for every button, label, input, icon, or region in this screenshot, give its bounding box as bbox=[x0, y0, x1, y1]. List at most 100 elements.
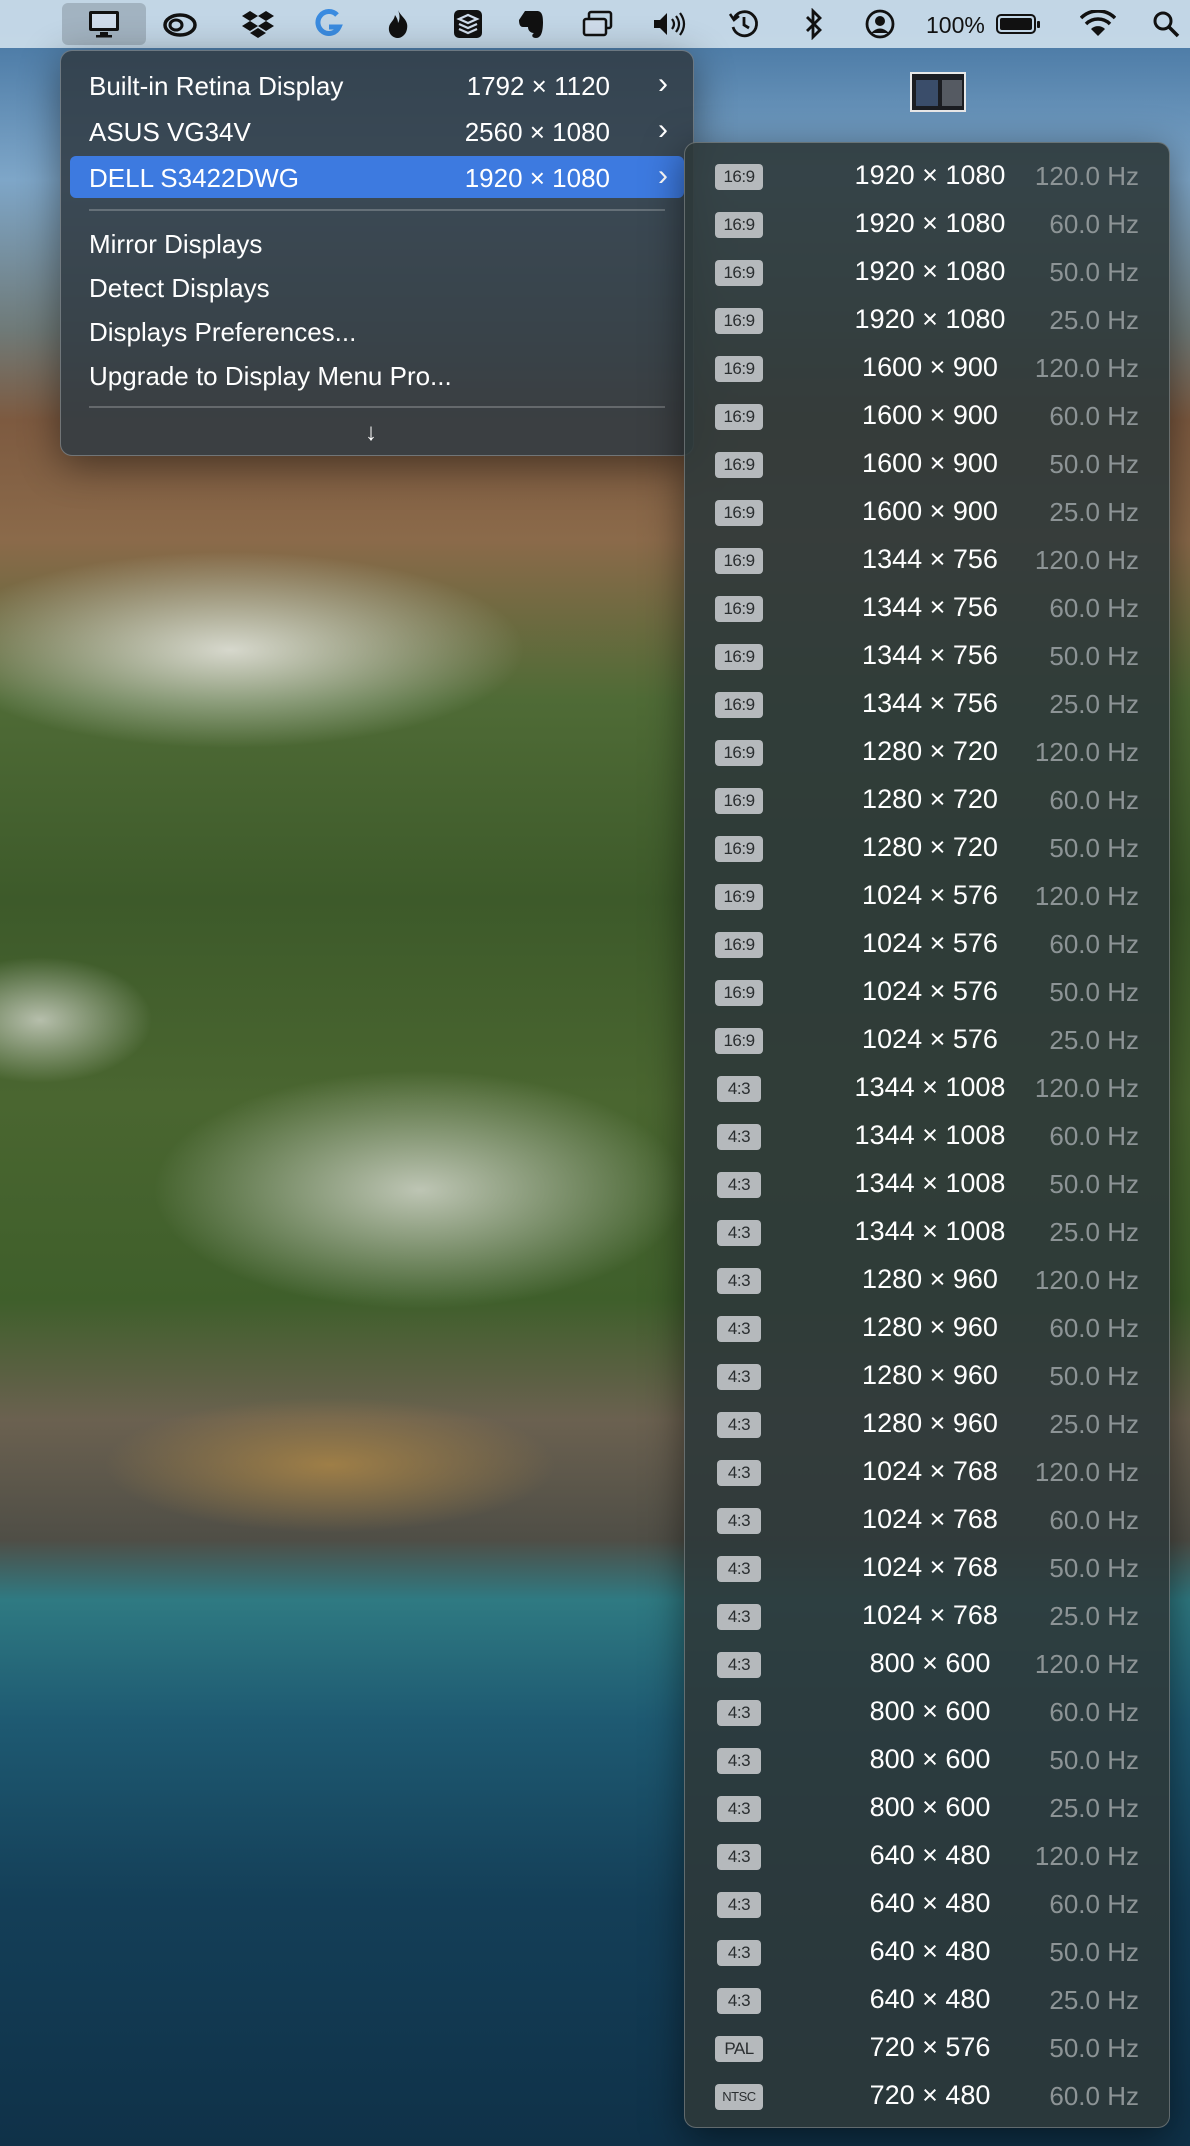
mode-refresh-rate: 25.0 Hz bbox=[1049, 1601, 1139, 1631]
evernote-icon[interactable] bbox=[514, 8, 550, 40]
wifi-icon[interactable] bbox=[1080, 8, 1116, 40]
search-icon[interactable] bbox=[1148, 8, 1184, 40]
mode-resolution: 1344 × 1008 bbox=[854, 1072, 1006, 1102]
resolution-mode-item[interactable]: 16:9 1024 × 576 120.0 Hz bbox=[685, 873, 1169, 921]
time-machine-icon[interactable] bbox=[726, 8, 762, 40]
resolution-mode-item[interactable]: 16:9 1280 × 720 60.0 Hz bbox=[685, 777, 1169, 825]
resolution-mode-item[interactable]: 4:3 640 × 480 120.0 Hz bbox=[685, 1833, 1169, 1881]
desktop-window-thumbnail bbox=[910, 72, 966, 112]
resolution-mode-item[interactable]: 16:9 1600 × 900 50.0 Hz bbox=[685, 441, 1169, 489]
mode-refresh-rate: 60.0 Hz bbox=[1049, 1121, 1139, 1151]
resolution-mode-item[interactable]: PAL 720 × 576 50.0 Hz bbox=[685, 2025, 1169, 2073]
layers-icon[interactable] bbox=[450, 8, 486, 40]
battery-icon[interactable] bbox=[996, 14, 1040, 34]
resolution-mode-item[interactable]: 4:3 1024 × 768 25.0 Hz bbox=[685, 1593, 1169, 1641]
resolution-mode-item[interactable]: 4:3 1280 × 960 60.0 Hz bbox=[685, 1305, 1169, 1353]
logi-icon[interactable] bbox=[310, 8, 346, 40]
resolution-mode-item[interactable]: 16:9 1024 × 576 50.0 Hz bbox=[685, 969, 1169, 1017]
upgrade-pro-item[interactable]: Upgrade to Display Menu Pro... bbox=[70, 354, 684, 396]
resolution-mode-item[interactable]: 4:3 1344 × 1008 60.0 Hz bbox=[685, 1113, 1169, 1161]
flame-icon[interactable] bbox=[380, 8, 416, 40]
resolution-mode-item[interactable]: 4:3 640 × 480 50.0 Hz bbox=[685, 1929, 1169, 1977]
resolution-mode-item[interactable]: 4:3 1280 × 960 50.0 Hz bbox=[685, 1353, 1169, 1401]
display-item-built-in[interactable]: Built-in Retina Display 1792 × 1120 › bbox=[70, 64, 684, 106]
resolution-mode-item[interactable]: 4:3 1344 × 1008 25.0 Hz bbox=[685, 1209, 1169, 1257]
volume-icon[interactable] bbox=[652, 8, 688, 40]
resolution-mode-item[interactable]: 16:9 1344 × 756 50.0 Hz bbox=[685, 633, 1169, 681]
display-item-asus[interactable]: ASUS VG34V 2560 × 1080 › bbox=[70, 110, 684, 152]
mode-refresh-rate: 50.0 Hz bbox=[1049, 449, 1139, 479]
user-icon[interactable] bbox=[862, 8, 898, 40]
mode-refresh-rate: 50.0 Hz bbox=[1049, 1745, 1139, 1775]
mode-resolution: 1024 × 768 bbox=[862, 1504, 998, 1534]
resolution-mode-item[interactable]: 16:9 1600 × 900 60.0 Hz bbox=[685, 393, 1169, 441]
resolution-mode-item[interactable]: 4:3 640 × 480 25.0 Hz bbox=[685, 1977, 1169, 2025]
resolution-mode-item[interactable]: 16:9 1920 × 1080 60.0 Hz bbox=[685, 201, 1169, 249]
mode-resolution: 800 × 600 bbox=[869, 1696, 991, 1726]
displays-preferences-item[interactable]: Displays Preferences... bbox=[70, 310, 684, 352]
resolution-mode-item[interactable]: 16:9 1024 × 576 60.0 Hz bbox=[685, 921, 1169, 969]
mode-resolution: 800 × 600 bbox=[869, 1648, 991, 1678]
mode-refresh-rate: 25.0 Hz bbox=[1049, 1409, 1139, 1439]
mode-resolution: 1280 × 720 bbox=[862, 736, 998, 766]
aspect-ratio-badge: 16:9 bbox=[715, 644, 763, 670]
dropbox-icon[interactable] bbox=[240, 8, 276, 40]
resolution-mode-item[interactable]: 4:3 800 × 600 120.0 Hz bbox=[685, 1641, 1169, 1689]
mirror-displays-item[interactable]: Mirror Displays bbox=[70, 222, 684, 264]
scroll-down-arrow-icon[interactable]: ↓ bbox=[365, 419, 377, 447]
mode-refresh-rate: 50.0 Hz bbox=[1049, 833, 1139, 863]
aspect-ratio-badge: 4:3 bbox=[717, 1652, 761, 1678]
resolution-mode-item[interactable]: 4:3 1024 × 768 60.0 Hz bbox=[685, 1497, 1169, 1545]
resolution-mode-item[interactable]: 4:3 1024 × 768 120.0 Hz bbox=[685, 1449, 1169, 1497]
resolution-mode-item[interactable]: 4:3 800 × 600 60.0 Hz bbox=[685, 1689, 1169, 1737]
mode-refresh-rate: 50.0 Hz bbox=[1049, 1553, 1139, 1583]
mode-refresh-rate: 50.0 Hz bbox=[1049, 977, 1139, 1007]
aspect-ratio-badge: 4:3 bbox=[717, 1844, 761, 1870]
resolution-mode-item[interactable]: 16:9 1280 × 720 120.0 Hz bbox=[685, 729, 1169, 777]
mode-resolution: 1600 × 900 bbox=[862, 352, 998, 382]
resolution-mode-item[interactable]: 16:9 1920 × 1080 50.0 Hz bbox=[685, 249, 1169, 297]
resolution-mode-item[interactable]: 16:9 1344 × 756 25.0 Hz bbox=[685, 681, 1169, 729]
bluetooth-icon[interactable] bbox=[796, 8, 832, 40]
resolution-mode-item[interactable]: 16:9 1920 × 1080 25.0 Hz bbox=[685, 297, 1169, 345]
resolution-mode-item[interactable]: 4:3 1344 × 1008 50.0 Hz bbox=[685, 1161, 1169, 1209]
display-name: DELL S3422DWG bbox=[89, 163, 300, 193]
mode-refresh-rate: 120.0 Hz bbox=[1034, 881, 1139, 911]
resolution-mode-item[interactable]: 16:9 1344 × 756 60.0 Hz bbox=[685, 585, 1169, 633]
resolution-mode-item[interactable]: 4:3 1344 × 1008 120.0 Hz bbox=[685, 1065, 1169, 1113]
resolution-mode-item[interactable]: 16:9 1344 × 756 120.0 Hz bbox=[685, 537, 1169, 585]
resolution-mode-item[interactable]: 16:9 1600 × 900 25.0 Hz bbox=[685, 489, 1169, 537]
aspect-ratio-badge: 4:3 bbox=[717, 1988, 761, 2014]
mode-refresh-rate: 25.0 Hz bbox=[1049, 305, 1139, 335]
aspect-ratio-badge: 4:3 bbox=[717, 1460, 761, 1486]
display-item-dell[interactable]: DELL S3422DWG 1920 × 1080 › bbox=[70, 156, 684, 198]
resolution-mode-item[interactable]: 16:9 1024 × 576 25.0 Hz bbox=[685, 1017, 1169, 1065]
battery-percent: 100% bbox=[926, 12, 985, 38]
mode-refresh-rate: 60.0 Hz bbox=[1049, 929, 1139, 959]
resolution-mode-item[interactable]: 16:9 1600 × 900 120.0 Hz bbox=[685, 345, 1169, 393]
resolution-mode-item[interactable]: 4:3 1280 × 960 120.0 Hz bbox=[685, 1257, 1169, 1305]
mode-refresh-rate: 25.0 Hz bbox=[1049, 497, 1139, 527]
resolution-mode-item[interactable]: NTSC 720 × 480 60.0 Hz bbox=[685, 2073, 1169, 2121]
detect-displays-item[interactable]: Detect Displays bbox=[70, 266, 684, 308]
resolution-mode-item[interactable]: 4:3 640 × 480 60.0 Hz bbox=[685, 1881, 1169, 1929]
display-name: ASUS VG34V bbox=[89, 117, 251, 147]
aspect-ratio-badge: 4:3 bbox=[717, 1076, 761, 1102]
resolution-mode-item[interactable]: 4:3 800 × 600 25.0 Hz bbox=[685, 1785, 1169, 1833]
aspect-ratio-badge: 4:3 bbox=[717, 1748, 761, 1774]
mode-refresh-rate: 60.0 Hz bbox=[1049, 1889, 1139, 1919]
resolution-mode-item[interactable]: 16:9 1280 × 720 50.0 Hz bbox=[685, 825, 1169, 873]
resolution-mode-item[interactable]: 4:3 1280 × 960 25.0 Hz bbox=[685, 1401, 1169, 1449]
aspect-ratio-badge: 16:9 bbox=[715, 212, 763, 238]
aspect-ratio-badge: 4:3 bbox=[717, 1364, 761, 1390]
menu-item-label: Upgrade to Display Menu Pro... bbox=[89, 361, 452, 391]
aspect-ratio-badge: 16:9 bbox=[715, 164, 763, 190]
creative-cloud-icon[interactable] bbox=[162, 8, 198, 40]
resolution-mode-item[interactable]: 4:3 800 × 600 50.0 Hz bbox=[685, 1737, 1169, 1785]
menu-item-label: Detect Displays bbox=[89, 273, 270, 303]
display-menu-icon[interactable] bbox=[62, 3, 146, 45]
resolution-mode-item[interactable]: 4:3 1024 × 768 50.0 Hz bbox=[685, 1545, 1169, 1593]
window-icon[interactable] bbox=[580, 8, 616, 40]
resolution-mode-item[interactable]: 16:9 1920 × 1080 120.0 Hz bbox=[685, 153, 1169, 201]
mode-resolution: 1344 × 1008 bbox=[854, 1216, 1006, 1246]
